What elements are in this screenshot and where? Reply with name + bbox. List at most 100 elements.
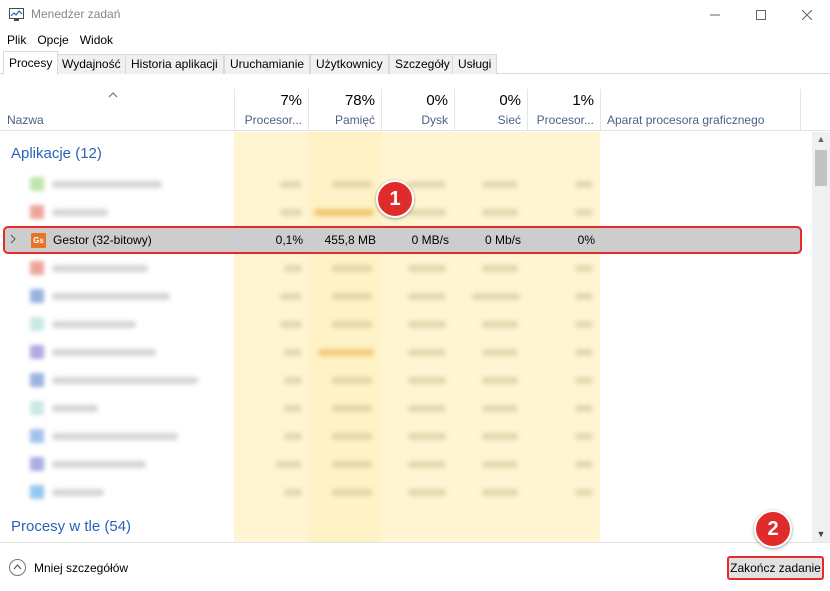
app-icon: [30, 429, 44, 443]
list-item[interactable]: [0, 450, 812, 478]
blurred-cell: [575, 377, 593, 384]
blurred-cell: [575, 405, 593, 412]
blurred-cell: [482, 377, 518, 384]
task-manager-icon: [9, 8, 24, 21]
blurred-cell: [575, 209, 593, 216]
gestor-app-icon: Gs: [31, 233, 46, 248]
blurred-text: [52, 489, 104, 496]
menu-view[interactable]: Widok: [80, 30, 113, 50]
list-item[interactable]: [0, 254, 812, 282]
app-icon: [30, 261, 44, 275]
app-icon: [30, 205, 44, 219]
list-item[interactable]: [0, 338, 812, 366]
tab-processes[interactable]: Procesy: [3, 51, 59, 75]
fewer-details-link[interactable]: Mniej szczegółów: [34, 561, 128, 575]
menu-options[interactable]: Opcje: [37, 30, 68, 50]
blurred-cell: [314, 209, 374, 216]
blurred-cell: [318, 349, 374, 356]
blurred-cell: [575, 461, 593, 468]
process-disk: 0 MB/s: [411, 233, 449, 247]
blurred-cell: [284, 265, 302, 272]
blurred-cell: [332, 181, 372, 188]
blurred-text: [52, 461, 146, 468]
window-title: Menedżer zadań: [31, 7, 121, 21]
blurred-cell: [408, 433, 446, 440]
blurred-cell: [332, 377, 372, 384]
blurred-cell: [575, 181, 593, 188]
blurred-cell: [276, 461, 302, 468]
gpu-label: Procesor...: [536, 113, 594, 127]
cpu-total: 7%: [280, 92, 302, 109]
blurred-text: [52, 293, 170, 300]
blurred-cell: [408, 405, 446, 412]
column-gpu[interactable]: 1% Procesor...: [527, 89, 600, 131]
tab-users[interactable]: Użytkownicy: [310, 54, 389, 74]
process-cpu: 0,1%: [275, 233, 303, 247]
selected-process-row[interactable]: Gs Gestor (32-bitowy) 0,1% 455,8 MB 0 MB…: [3, 226, 802, 254]
app-icon: [30, 401, 44, 415]
tab-details[interactable]: Szczegóły: [389, 54, 456, 74]
column-cpu[interactable]: 7% Procesor...: [234, 89, 308, 131]
list-item[interactable]: [0, 282, 812, 310]
tab-app-history[interactable]: Historia aplikacji: [125, 54, 224, 74]
blurred-cell: [332, 489, 372, 496]
process-gpu: 0%: [577, 233, 595, 247]
blurred-cell: [482, 489, 518, 496]
list-item[interactable]: [0, 478, 812, 506]
list-item[interactable]: [0, 366, 812, 394]
app-icon: [30, 485, 44, 499]
blurred-cell: [332, 405, 372, 412]
app-icon: [30, 345, 44, 359]
scroll-down-arrow-icon[interactable]: ▼: [812, 527, 830, 542]
network-total: 0%: [499, 92, 521, 109]
tab-services[interactable]: Usługi: [452, 54, 498, 74]
menu-file[interactable]: Plik: [7, 30, 26, 50]
column-disk[interactable]: 0% Dysk: [381, 89, 454, 131]
app-icon: [30, 373, 44, 387]
gpu-total: 1%: [572, 92, 594, 109]
blurred-cell: [408, 321, 446, 328]
blurred-cell: [482, 405, 518, 412]
blurred-cell: [408, 489, 446, 496]
column-network[interactable]: 0% Sieć: [454, 89, 527, 131]
blurred-cell: [575, 321, 593, 328]
group-background[interactable]: Procesy w tle (54): [11, 518, 131, 535]
tab-performance[interactable]: Wydajność: [56, 54, 127, 74]
close-button[interactable]: [784, 0, 830, 30]
minimize-button[interactable]: [692, 0, 738, 30]
blurred-cell: [482, 265, 518, 272]
blurred-cell: [280, 181, 302, 188]
maximize-button[interactable]: [738, 0, 784, 30]
list-item[interactable]: [0, 422, 812, 450]
list-item[interactable]: [0, 310, 812, 338]
group-apps[interactable]: Aplikacje (12): [11, 145, 102, 162]
gpu-engine-label: Aparat procesora graficznego: [607, 113, 765, 127]
list-item[interactable]: [0, 394, 812, 422]
blurred-cell: [332, 433, 372, 440]
network-label: Sieć: [497, 113, 521, 127]
blurred-cell: [332, 321, 372, 328]
blurred-cell: [482, 349, 518, 356]
blurred-cell: [408, 181, 446, 188]
column-name[interactable]: Nazwa: [7, 113, 44, 127]
blurred-cell: [472, 293, 520, 300]
scroll-thumb[interactable]: [815, 150, 827, 186]
tab-bar: Procesy Wydajność Historia aplikacji Uru…: [0, 51, 830, 75]
expand-chevron-icon[interactable]: [10, 232, 16, 247]
blurred-cell: [482, 181, 518, 188]
blurred-cell: [408, 377, 446, 384]
blurred-cell: [575, 293, 593, 300]
end-task-button[interactable]: Zakończ zadanie: [727, 556, 824, 580]
tab-startup[interactable]: Uruchamianie: [224, 54, 311, 74]
blurred-cell: [575, 433, 593, 440]
collapse-up-icon[interactable]: [9, 559, 26, 576]
column-memory[interactable]: 78% Pamięć: [308, 89, 381, 131]
blurred-cell: [575, 349, 593, 356]
step-badge-1: 1: [376, 180, 414, 218]
vertical-scrollbar[interactable]: ▲ ▼: [812, 132, 830, 542]
scroll-up-arrow-icon[interactable]: ▲: [812, 132, 830, 147]
blurred-cell: [284, 349, 302, 356]
blurred-cell: [284, 377, 302, 384]
blurred-cell: [482, 433, 518, 440]
blurred-cell: [332, 265, 372, 272]
